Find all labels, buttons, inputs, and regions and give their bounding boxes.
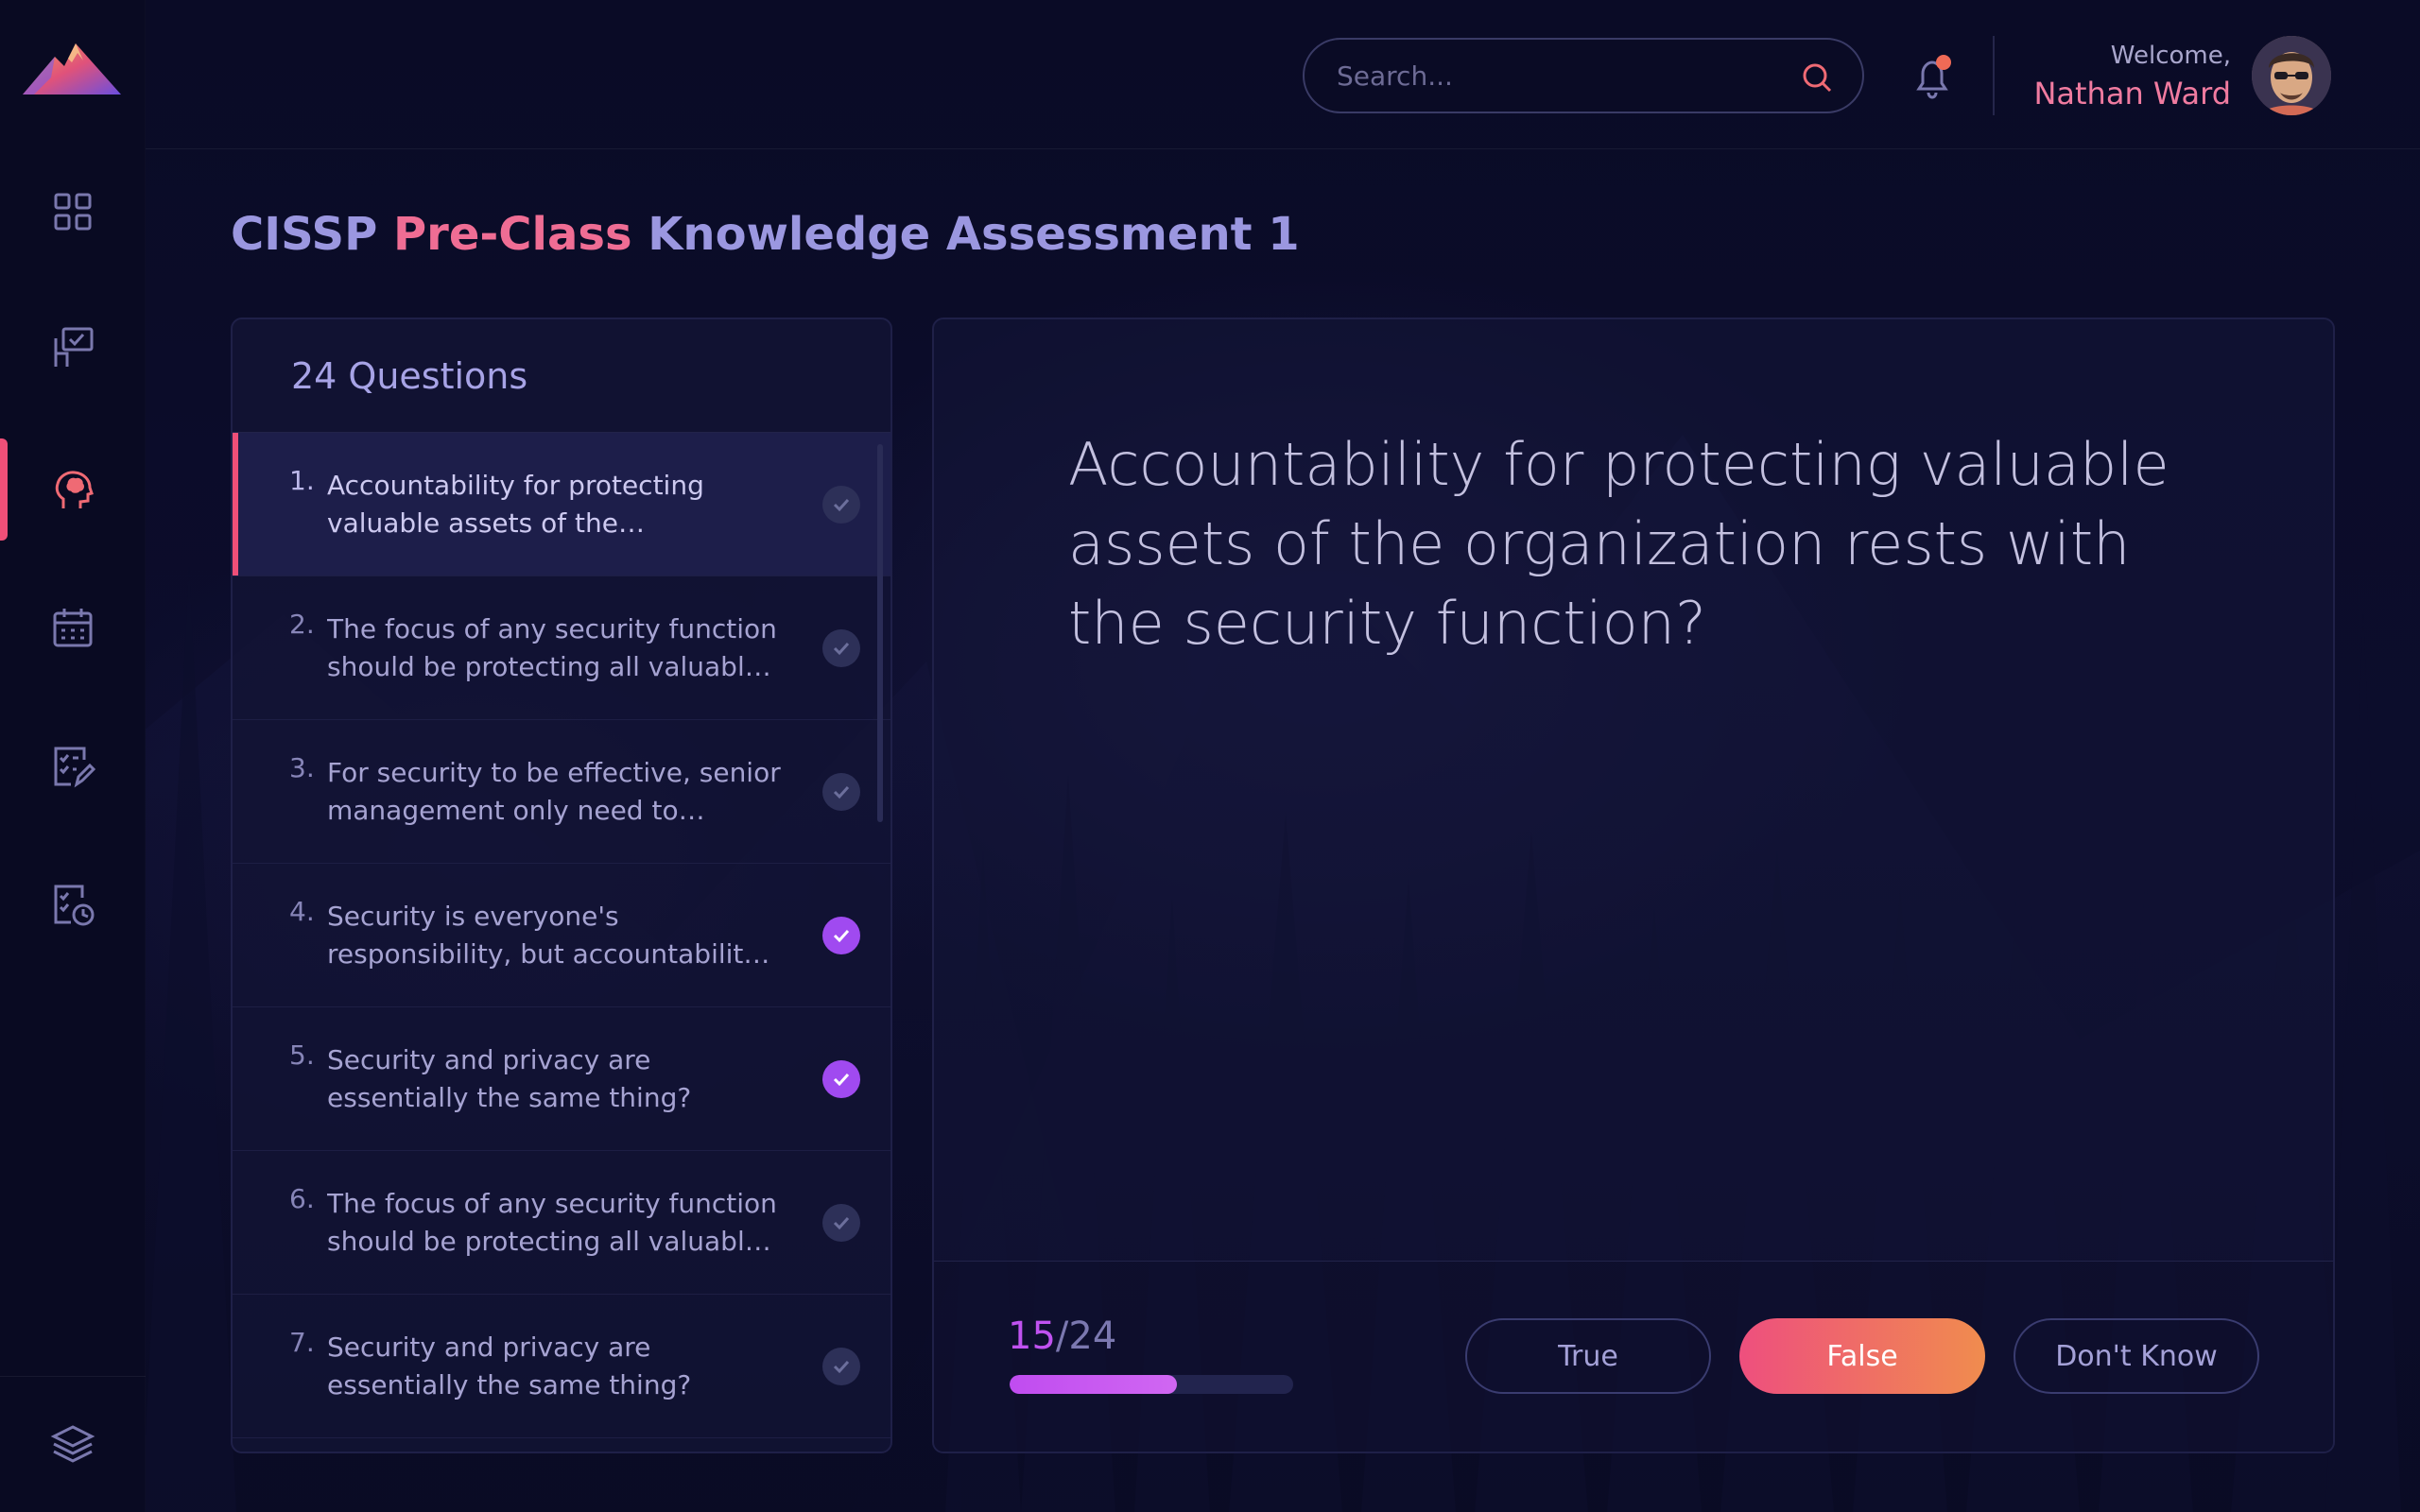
question-item[interactable]: 7. Security and privacy are essentially t… [233, 1295, 890, 1438]
check-icon [822, 486, 860, 524]
dont-know-button[interactable]: Don't Know [2014, 1318, 2259, 1394]
question-card: Accountability for protecting valuable a… [932, 318, 2335, 1453]
question-number: 6. [289, 1183, 315, 1214]
checklist-clock-icon [54, 885, 95, 926]
check-icon [822, 1348, 860, 1385]
nav-layers[interactable] [0, 1389, 146, 1499]
check-icon [822, 773, 860, 811]
title-assessment: Knowledge Assessment 1 [631, 208, 1300, 261]
check-icon [822, 629, 860, 667]
grid-icon [54, 193, 92, 231]
search-input[interactable] [1337, 57, 1781, 94]
header-divider [1993, 36, 1995, 115]
question-snippet: Security and privacy are essentially the… [327, 1043, 692, 1113]
title-cissp: CISSP [231, 208, 393, 261]
question-snippet: Accountability for protecting valuable a… [327, 469, 704, 539]
question-number: 5. [289, 1040, 315, 1071]
calendar-icon [53, 609, 93, 647]
nav-dashboard[interactable] [0, 157, 146, 266]
page-title: CISSP Pre-Class Knowledge Assessment 1 [231, 208, 1300, 261]
presentation-check-icon [54, 327, 94, 367]
question-number: 1. [289, 465, 315, 496]
question-number: 3. [289, 752, 315, 783]
brain-head-icon [55, 471, 94, 508]
questions-scrollbar[interactable] [877, 444, 883, 822]
nav-courses[interactable] [0, 293, 146, 403]
question-snippet: The focus of any security function shoul… [327, 1187, 777, 1257]
questions-list: 1. Accountability for protecting valuable… [233, 433, 890, 1438]
mountain-logo-icon[interactable] [23, 40, 121, 96]
true-button[interactable]: True [1465, 1318, 1711, 1394]
progress-bar [1010, 1375, 1293, 1394]
question-snippet: Security and privacy are essentially the… [327, 1331, 692, 1400]
progress-count: 15/24 [1008, 1314, 1116, 1358]
question-footer: 15/24 True False Don't Know [934, 1261, 2333, 1452]
avatar-portrait-icon [2252, 36, 2331, 115]
avatar[interactable] [2252, 36, 2331, 115]
nav-history[interactable] [0, 849, 146, 958]
question-number: 2. [289, 609, 315, 640]
progress-total: 24 [1068, 1314, 1117, 1358]
progress-separator: / [1055, 1314, 1069, 1358]
question-item[interactable]: 5. Security and privacy are essentially t… [233, 1007, 890, 1151]
question-number: 4. [289, 896, 315, 927]
sidebar-divider [0, 1376, 146, 1377]
check-icon [822, 1060, 860, 1098]
nav-tasks[interactable] [0, 711, 146, 820]
nav-calendar[interactable] [0, 573, 146, 682]
question-item[interactable]: 1. Accountability for protecting valuable… [233, 433, 890, 576]
welcome-text: Welcome, [2110, 42, 2231, 70]
notification-dot [1936, 55, 1951, 70]
progress-current: 15 [1008, 1314, 1056, 1358]
question-snippet: The focus of any security function shoul… [327, 612, 777, 682]
question-snippet: For security to be effective, senior man… [327, 756, 781, 826]
title-preclass: Pre-Class [392, 208, 632, 261]
question-item[interactable]: 3. For security to be effective, senior m… [233, 720, 890, 864]
questions-panel: 24 Questions 1. Accountability for protec… [231, 318, 892, 1453]
question-item[interactable]: 6. The focus of any security function sho… [233, 1151, 890, 1295]
search-box[interactable] [1303, 38, 1864, 113]
layers-icon [50, 1425, 95, 1463]
nav-assessments[interactable] [0, 435, 146, 544]
search-icon[interactable] [1800, 60, 1834, 94]
false-button[interactable]: False [1739, 1318, 1985, 1394]
question-text: Accountability for protecting valuable a… [1068, 430, 2169, 658]
question-number: 7. [289, 1327, 315, 1358]
top-header: Welcome, Nathan Ward [146, 0, 2420, 149]
checklist-edit-icon [54, 747, 95, 788]
question-item[interactable]: 2. The focus of any security function sho… [233, 576, 890, 720]
progress-fill [1010, 1375, 1177, 1394]
check-icon [822, 917, 860, 954]
sidebar [0, 0, 146, 1512]
question-snippet: Security is everyone's responsibility, b… [327, 900, 759, 970]
username[interactable]: Nathan Ward [2033, 76, 2231, 112]
question-item[interactable]: 4. Security is everyone's responsibility,… [233, 864, 890, 1007]
questions-count: 24 Questions [233, 319, 890, 433]
check-icon [822, 1204, 860, 1242]
